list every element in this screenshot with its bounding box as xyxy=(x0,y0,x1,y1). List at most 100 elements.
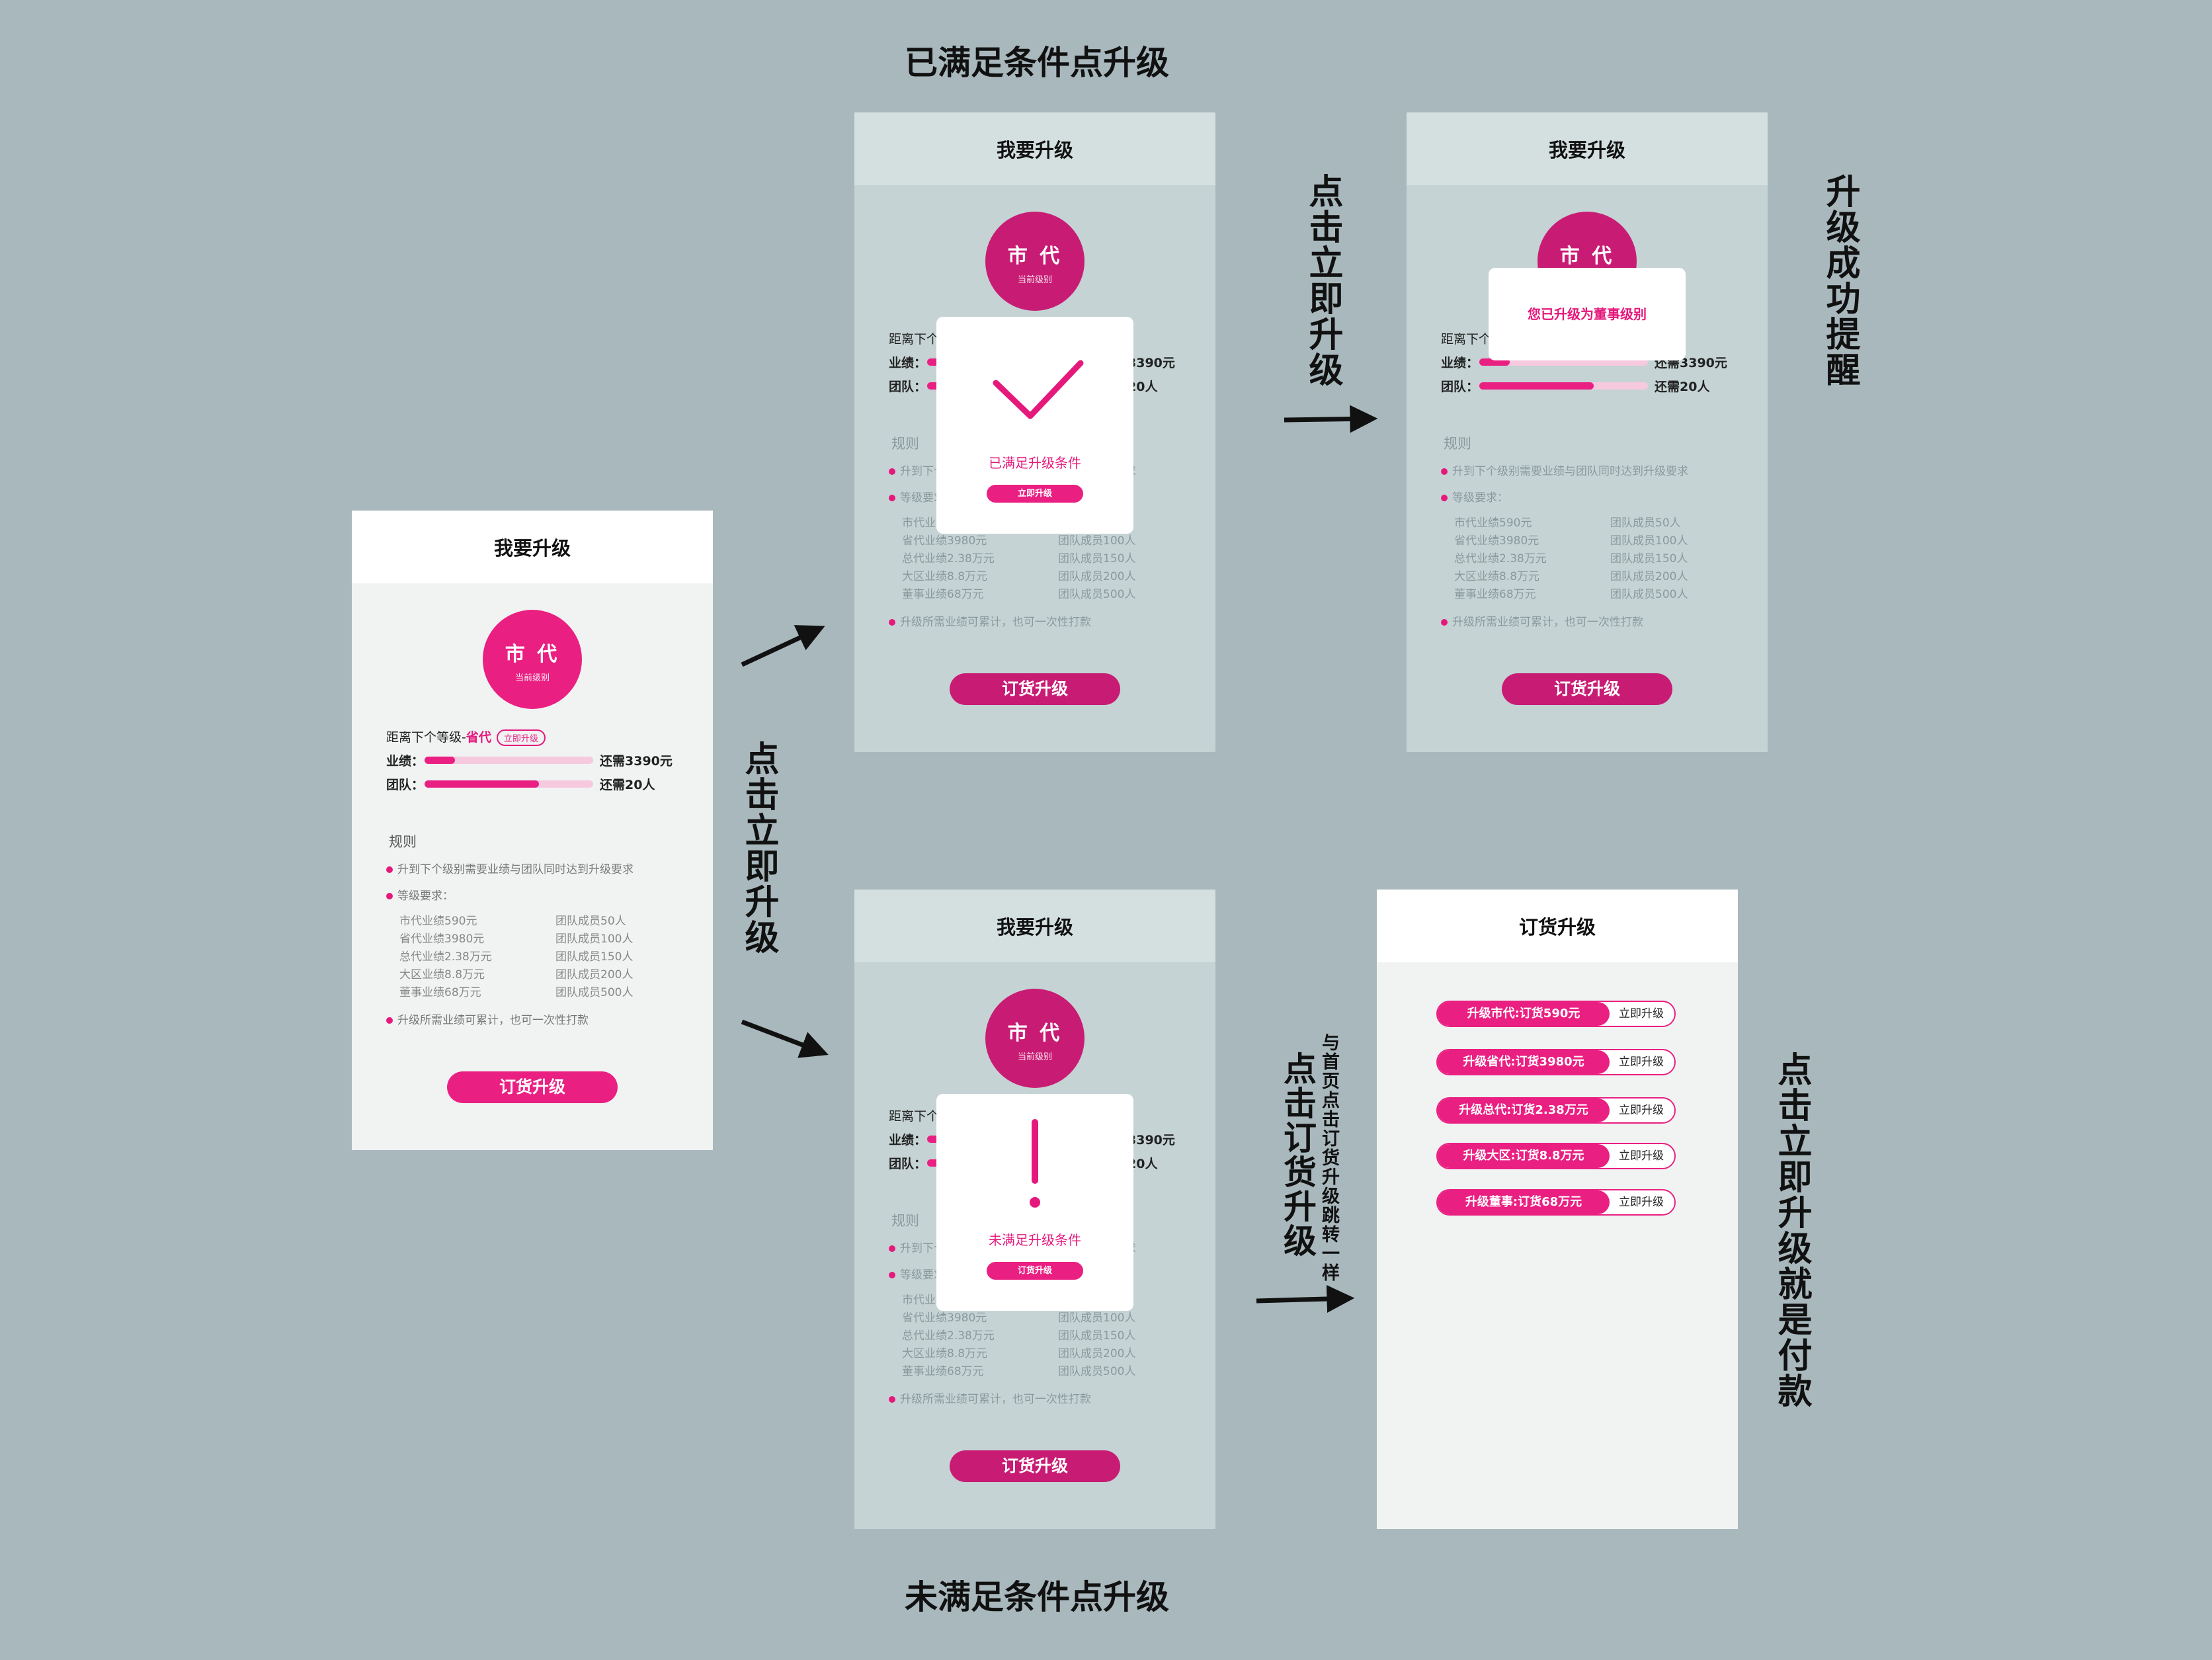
rules-title: 规则 xyxy=(1444,436,1471,452)
team-label: 团队： xyxy=(889,380,927,394)
current-level-badge: 市 代 当前级别 xyxy=(985,989,1085,1088)
order-option-5[interactable]: 升级董事:订货68万元 立即升级 xyxy=(1436,1189,1676,1216)
order-option-action[interactable]: 立即升级 xyxy=(1619,1144,1664,1168)
order-option-1[interactable]: 升级市代:订货590元 立即升级 xyxy=(1436,1001,1676,1027)
req-sales-5: 董事业绩68万元 xyxy=(902,588,984,601)
sales-label: 业绩： xyxy=(889,1133,927,1147)
team-progress-bar xyxy=(1479,382,1648,390)
req-team-3: 团队成员150人 xyxy=(1610,552,1688,565)
req-team-5: 团队成员500人 xyxy=(1610,588,1688,601)
success-modal: 已满足升级条件 立即升级 xyxy=(936,317,1133,534)
screen-upgrade: 我要升级 市 代 当前级别 距离下个等级-省代 立即升级 业绩： 还需3390元 … xyxy=(352,511,713,1150)
order-option-action[interactable]: 立即升级 xyxy=(1619,1050,1664,1074)
order-option-label: 升级总代:订货2.38万元 xyxy=(1438,1099,1610,1122)
team-need: 还需20人 xyxy=(600,778,655,792)
req-team-2: 团队成员100人 xyxy=(1610,534,1688,548)
req-sales-4: 大区业绩8.8万元 xyxy=(902,570,988,583)
team-label: 团队： xyxy=(1441,380,1479,394)
req-sales-3: 总代业绩2.38万元 xyxy=(902,552,995,565)
arrow-to-fail-modal xyxy=(741,1019,829,1058)
checkmark-icon xyxy=(993,360,1084,419)
page-title: 我要升级 xyxy=(352,511,713,583)
order-upgrade-button[interactable]: 订货升级 xyxy=(447,1071,618,1103)
sales-progress-fill xyxy=(425,757,455,764)
req-team-5: 团队成员500人 xyxy=(555,986,634,999)
screen-order-upgrade: 订货升级 升级市代:订货590元 立即升级 升级省代:订货3980元 立即升级 … xyxy=(1377,890,1738,1529)
arrow-to-success-modal xyxy=(741,625,825,667)
fail-modal: 未满足升级条件 订货升级 xyxy=(936,1094,1133,1311)
order-option-label: 升级省代:订货3980元 xyxy=(1438,1050,1610,1074)
screen-fail-modal: 我要升级 市 代 当前级别 距离下个等级-省代立即升级 业绩： 还需3390元 … xyxy=(854,890,1215,1529)
req-sales-4: 大区业绩8.8万元 xyxy=(1454,570,1540,583)
sales-progress-bar xyxy=(425,757,593,764)
req-team-5: 团队成员500人 xyxy=(1058,1365,1136,1378)
order-option-action[interactable]: 立即升级 xyxy=(1619,1002,1664,1026)
req-team-1: 团队成员50人 xyxy=(1610,517,1681,530)
current-level-caption: 当前级别 xyxy=(1017,1052,1052,1062)
rule-3: 升级所需业绩可累计，也可一次性打款 xyxy=(1441,612,1643,629)
sales-label: 业绩： xyxy=(1441,356,1479,370)
rules-title: 规则 xyxy=(891,1213,919,1229)
current-level-caption: 当前级别 xyxy=(514,673,550,683)
current-level-name: 市 代 xyxy=(505,643,560,666)
order-page-title: 订货升级 xyxy=(1377,890,1738,962)
req-team-4: 团队成员200人 xyxy=(1610,570,1688,583)
req-sales-3: 总代业绩2.38万元 xyxy=(902,1329,995,1343)
req-team-4: 团队成员200人 xyxy=(1058,1347,1136,1360)
order-upgrade-button[interactable]: 订货升级 xyxy=(1502,673,1672,705)
next-level-prefix: 距离下个等级- xyxy=(386,730,466,745)
current-level-badge: 市 代 当前级别 xyxy=(483,610,582,709)
order-option-action[interactable]: 立即升级 xyxy=(1619,1099,1664,1122)
arrow-to-success-toast xyxy=(1284,405,1378,433)
rule-3: 升级所需业绩可累计，也可一次性打款 xyxy=(889,612,1091,629)
current-level-caption: 当前级别 xyxy=(1017,275,1052,285)
next-level-row: 距离下个等级-省代立即升级 xyxy=(386,727,546,746)
req-team-5: 团队成员500人 xyxy=(1058,588,1136,601)
screen-success-toast: 我要升级 市 代 当前级别 距离下个等级-省代立即升级 业绩： 还需3390元 … xyxy=(1407,112,1768,752)
page-title: 我要升级 xyxy=(854,890,1215,962)
req-sales-1: 市代业绩590元 xyxy=(1454,517,1532,530)
rules-title: 规则 xyxy=(389,834,417,850)
order-option-label: 升级市代:订货590元 xyxy=(1438,1002,1610,1026)
rules-title: 规则 xyxy=(891,436,919,452)
req-team-1: 团队成员50人 xyxy=(555,915,626,928)
req-sales-4: 大区业绩8.8万元 xyxy=(902,1347,988,1360)
team-progress-fill xyxy=(1479,382,1594,390)
order-option-label: 升级董事:订货68万元 xyxy=(1438,1190,1610,1214)
fail-message: 未满足升级条件 xyxy=(989,1232,1081,1248)
team-label: 团队： xyxy=(386,778,425,792)
rule-1: 升到下个级别需要业绩与团队同时达到升级要求 xyxy=(1441,462,1688,478)
rule-2: 等级要求： xyxy=(1441,488,1508,505)
current-level-badge: 市 代 当前级别 xyxy=(985,212,1085,311)
upgrade-success-toast: 您已升级为董事级别 xyxy=(1489,268,1686,360)
req-team-3: 团队成员150人 xyxy=(1058,1329,1136,1343)
order-upgrade-button[interactable]: 订货升级 xyxy=(950,1450,1120,1482)
order-option-2[interactable]: 升级省代:订货3980元 立即升级 xyxy=(1436,1049,1676,1075)
order-option-action[interactable]: 立即升级 xyxy=(1619,1190,1664,1214)
order-upgrade-button[interactable]: 订货升级 xyxy=(950,673,1120,705)
screen-success-modal: 我要升级 市 代 当前级别 距离下个等级-省代立即升级 业绩： 还需3390元 … xyxy=(854,112,1215,752)
rule-3: 升级所需业绩可累计，也可一次性打款 xyxy=(889,1390,1091,1406)
team-need: 还需20人 xyxy=(1655,380,1710,394)
sales-label: 业绩： xyxy=(889,356,927,370)
current-level-name: 市 代 xyxy=(1559,245,1615,268)
req-team-4: 团队成员200人 xyxy=(555,968,634,981)
upgrade-now-tag[interactable]: 立即升级 xyxy=(496,729,546,746)
arrow-to-order-page xyxy=(1256,1284,1355,1313)
req-sales-3: 总代业绩2.38万元 xyxy=(399,950,492,964)
current-level-name: 市 代 xyxy=(1007,1022,1063,1045)
upgrade-now-button[interactable]: 立即升级 xyxy=(987,485,1083,503)
success-message: 已满足升级条件 xyxy=(989,455,1081,471)
req-team-4: 团队成员200人 xyxy=(1058,570,1136,583)
current-level-name: 市 代 xyxy=(1007,245,1063,268)
order-upgrade-modal-button[interactable]: 订货升级 xyxy=(987,1262,1083,1280)
req-sales-4: 大区业绩8.8万元 xyxy=(399,968,485,981)
sales-label: 业绩： xyxy=(386,754,425,768)
req-team-2: 团队成员100人 xyxy=(555,933,634,946)
exclamation-icon xyxy=(1030,1119,1040,1208)
order-option-4[interactable]: 升级大区:订货8.8万元 立即升级 xyxy=(1436,1143,1676,1169)
next-level-name: 省代 xyxy=(466,730,491,745)
order-option-3[interactable]: 升级总代:订货2.38万元 立即升级 xyxy=(1436,1097,1676,1124)
req-sales-5: 董事业绩68万元 xyxy=(399,986,481,999)
rule-1: 升到下个级别需要业绩与团队同时达到升级要求 xyxy=(386,860,634,876)
